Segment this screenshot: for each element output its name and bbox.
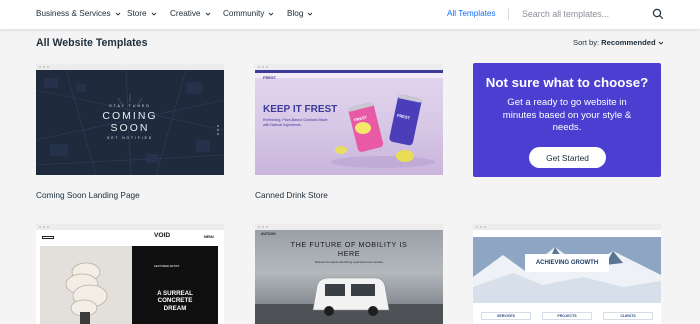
thumb-logo: VOID — [154, 232, 171, 239]
sculpture-image — [65, 262, 108, 324]
template-name[interactable]: Canned Drink Store — [255, 190, 328, 200]
thumb-smalltext: FEATURED ARTIST — [154, 264, 180, 268]
nav-blog[interactable]: Blog — [287, 9, 313, 18]
search-icon[interactable] — [652, 8, 664, 20]
nav-label: Business & Services — [36, 9, 111, 18]
thumb-headline: ACHIEVING GROWTH — [535, 260, 599, 266]
get-started-button[interactable]: Get Started — [529, 147, 606, 168]
thumb-services-row: SERVICES PROJECTS CLIENTS — [481, 312, 653, 320]
sort-dropdown[interactable]: Sort by: Recommended — [573, 38, 664, 47]
thumb-service: SERVICES — [481, 312, 531, 320]
thumb-headline: SOON — [110, 122, 150, 134]
thumb-text: STAY TUNED — [109, 104, 151, 108]
chevron-down-icon — [308, 12, 313, 16]
template-thumbnail-canned-drink[interactable]: FREST KEEP IT FREST Refreshing, Plant-Ba… — [255, 64, 443, 175]
thumb-headline: A SURREAL CONCRETE DREAM — [157, 290, 193, 312]
nav-label: Creative — [170, 9, 201, 18]
nav-label: Community — [223, 9, 265, 18]
template-thumbnail-autogo[interactable]: AUTOGO THE FUTURE OF MOBILITY IS HERE Di… — [255, 224, 443, 324]
drink-cans-image — [331, 94, 435, 168]
sort-label: Sort by: — [573, 38, 600, 47]
autonomous-car-image — [255, 277, 443, 324]
thumb-headline: COMING — [102, 110, 158, 122]
page-title: All Website Templates — [36, 37, 148, 49]
thumb-service: CLIENTS — [603, 312, 653, 320]
promo-body: Get a ready to go website in minutes bas… — [502, 97, 632, 134]
search-input[interactable] — [522, 6, 642, 22]
thumb-menu: MENU — [204, 235, 214, 239]
template-name[interactable]: Coming Soon Landing Page — [36, 190, 140, 200]
template-thumbnail-void[interactable]: VOID MENU FEATURED ARTIST A SURREAL CONC… — [36, 224, 224, 324]
top-navigation: Business & Services Store Creative Commu… — [0, 0, 700, 29]
nav-label: Store — [127, 9, 147, 18]
sort-value: Recommended — [601, 38, 656, 47]
nav-label: Blog — [287, 9, 304, 18]
nav-divider — [508, 8, 509, 20]
thumb-service: PROJECTS — [542, 312, 592, 320]
thumb-button — [42, 236, 54, 239]
chevron-down-icon — [151, 12, 156, 16]
all-templates-link[interactable]: All Templates — [447, 9, 496, 18]
thumb-text: GET NOTIFIED — [106, 136, 154, 140]
chevron-down-icon — [115, 12, 120, 16]
promo-title: Not sure what to choose? — [485, 75, 649, 90]
chevron-down-icon — [269, 12, 274, 16]
template-thumbnail-coming-soon[interactable]: STAY TUNED COMING SOON GET NOTIFIED — [36, 64, 224, 175]
nav-community[interactable]: Community — [223, 9, 274, 18]
nav-business-services[interactable]: Business & Services — [36, 9, 121, 18]
dark-panel — [132, 246, 218, 324]
template-thumbnail-growth[interactable]: ACHIEVING GROWTH SERVICES PROJECTS CLIEN… — [473, 224, 661, 324]
chevron-down-icon — [658, 41, 663, 45]
chevron-down-icon — [205, 12, 210, 16]
nav-store[interactable]: Store — [127, 9, 157, 18]
nav-creative[interactable]: Creative — [170, 9, 211, 18]
promo-card: Not sure what to choose? Get a ready to … — [473, 63, 661, 177]
